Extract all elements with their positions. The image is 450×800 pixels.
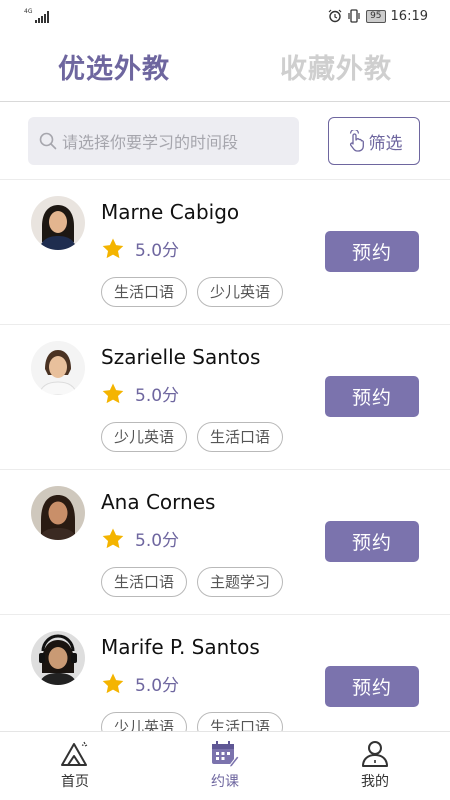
teacher-rating: 5.0分 bbox=[101, 381, 179, 406]
teacher-tags: 生活口语 主题学习 bbox=[101, 567, 284, 597]
search-row: 请选择你要学习的时间段 筛选 bbox=[28, 116, 420, 166]
calendar-icon bbox=[212, 741, 240, 768]
nav-home[interactable]: 首页 bbox=[0, 732, 150, 800]
vibrate-icon bbox=[348, 9, 360, 23]
tag: 少儿英语 bbox=[101, 422, 188, 452]
rating-score: 5.0分 bbox=[135, 676, 180, 696]
teacher-rating: 5.0分 bbox=[101, 526, 179, 551]
book-button[interactable]: 预约 bbox=[325, 231, 419, 272]
tag: 生活口语 bbox=[101, 277, 188, 307]
rating-score: 5.0分 bbox=[135, 241, 180, 261]
teacher-card[interactable]: Szarielle Santos 5.0分 少儿英语 生活口语 预约 bbox=[0, 325, 450, 470]
teacher-avatar bbox=[31, 631, 85, 685]
star-icon bbox=[102, 528, 124, 548]
bottom-nav: 首页 约课 我的 bbox=[0, 731, 450, 800]
teacher-tags: 生活口语 少儿英语 bbox=[101, 277, 284, 307]
teacher-card[interactable]: Marife P. Santos 5.0分 少儿英语 生活口语 预约 bbox=[0, 615, 450, 731]
nav-booking[interactable]: 约课 bbox=[150, 732, 300, 800]
filter-button[interactable]: 筛选 bbox=[328, 117, 420, 165]
tag: 生活口语 bbox=[197, 422, 284, 452]
top-tab-bar: 优选外教 收藏外教 bbox=[0, 32, 450, 102]
teacher-rating: 5.0分 bbox=[101, 236, 179, 261]
profile-icon bbox=[362, 741, 388, 767]
star-icon bbox=[102, 238, 124, 258]
search-placeholder: 请选择你要学习的时间段 bbox=[62, 133, 239, 152]
tap-hand-icon bbox=[349, 130, 364, 152]
teacher-tags: 少儿英语 生活口语 bbox=[101, 422, 284, 452]
search-icon bbox=[39, 132, 57, 150]
nav-profile[interactable]: 我的 bbox=[300, 732, 450, 800]
time-search-input[interactable]: 请选择你要学习的时间段 bbox=[28, 117, 299, 165]
teacher-avatar bbox=[31, 486, 85, 540]
tag: 主题学习 bbox=[197, 567, 284, 597]
nav-label: 约课 bbox=[211, 774, 239, 790]
teacher-name: Ana Cornes bbox=[101, 490, 216, 514]
filter-label: 筛选 bbox=[368, 133, 403, 154]
tab-preferred-teachers[interactable]: 优选外教 bbox=[58, 47, 170, 86]
status-bar: 4G 95 16:19 bbox=[0, 0, 450, 32]
book-button[interactable]: 预约 bbox=[325, 521, 419, 562]
nav-label: 我的 bbox=[361, 774, 389, 790]
teacher-rating: 5.0分 bbox=[101, 671, 179, 696]
teacher-name: Marne Cabigo bbox=[101, 200, 240, 224]
star-icon bbox=[102, 673, 124, 693]
tag: 生活口语 bbox=[101, 567, 188, 597]
rating-score: 5.0分 bbox=[135, 531, 180, 551]
signal-indicator: 4G bbox=[24, 8, 50, 23]
tag: 少儿英语 bbox=[101, 712, 188, 731]
teacher-list[interactable]: Marne Cabigo 5.0分 生活口语 少儿英语 预约 Szarielle… bbox=[0, 180, 450, 731]
teacher-name: Marife P. Santos bbox=[101, 635, 260, 659]
tag: 少儿英语 bbox=[197, 277, 284, 307]
network-type: 4G bbox=[24, 8, 33, 15]
signal-bars-icon bbox=[35, 11, 50, 23]
tag: 生活口语 bbox=[197, 712, 284, 731]
home-mountain-icon bbox=[61, 741, 88, 766]
teacher-card[interactable]: Ana Cornes 5.0分 生活口语 主题学习 预约 bbox=[0, 470, 450, 615]
teacher-card[interactable]: Marne Cabigo 5.0分 生活口语 少儿英语 预约 bbox=[0, 180, 450, 325]
rating-score: 5.0分 bbox=[135, 386, 180, 406]
teacher-avatar bbox=[31, 341, 85, 395]
star-icon bbox=[102, 383, 124, 403]
status-time: 16:19 bbox=[390, 8, 428, 24]
tab-favorite-teachers[interactable]: 收藏外教 bbox=[280, 47, 392, 86]
book-button[interactable]: 预约 bbox=[325, 666, 419, 707]
nav-label: 首页 bbox=[61, 774, 89, 790]
alarm-icon bbox=[328, 9, 342, 23]
teacher-name: Szarielle Santos bbox=[101, 345, 261, 369]
battery-icon: 95 bbox=[366, 9, 386, 23]
teacher-tags: 少儿英语 生活口语 bbox=[101, 712, 284, 731]
teacher-avatar bbox=[31, 196, 85, 250]
book-button[interactable]: 预约 bbox=[325, 376, 419, 417]
